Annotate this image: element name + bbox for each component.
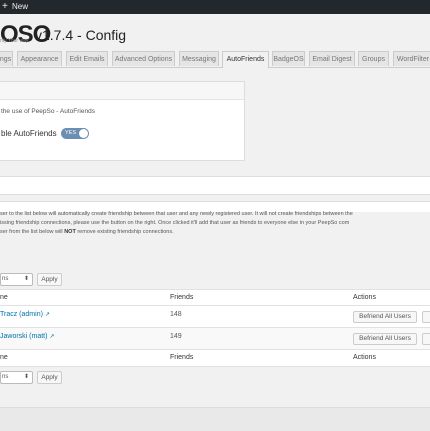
config-tabs: ngs Appearance Edit Emails Advanced Opti… — [0, 51, 430, 68]
card-header — [0, 82, 244, 100]
tab-appearance[interactable]: Appearance — [17, 51, 62, 66]
section-header — [0, 176, 430, 195]
enable-autofriends-label: ble AutoFriends — [1, 129, 57, 138]
friends-count: 148 — [170, 311, 182, 318]
table-footer-row: ne Friends Actions — [0, 350, 430, 366]
column-friends-header: Friends — [170, 294, 194, 301]
tab-badgeos[interactable]: BadgeOS — [272, 51, 305, 66]
row-secondary-button[interactable] — [422, 333, 430, 345]
info-line-3: ser from the list below will NOT remove … — [0, 229, 174, 235]
tab-advanced-options[interactable]: Advanced Options — [112, 51, 175, 66]
tab-messaging[interactable]: Messaging — [179, 51, 219, 66]
tab-email-digest[interactable]: Email Digest — [309, 51, 355, 66]
table-header-row: ne Friends Actions — [0, 290, 430, 306]
user-link[interactable]: Jaworski (matt) ↗ — [0, 333, 54, 340]
tab-edit-emails[interactable]: Edit Emails — [66, 51, 108, 66]
autofriends-settings-card: the use of PeepSo - AutoFriends ble Auto… — [0, 81, 245, 161]
toggle-knob — [79, 129, 88, 138]
admin-bar: + New — [0, 0, 430, 14]
tab-autofriends[interactable]: AutoFriends — [222, 51, 269, 68]
chevron-down-icon: ⬍ — [23, 276, 29, 282]
row-secondary-button[interactable] — [422, 311, 430, 323]
info-line-1: ser to the list below will automatically… — [0, 211, 353, 217]
toggle-text: YES — [65, 130, 77, 136]
column-actions-footer: Actions — [353, 354, 376, 361]
info-line-2: issing friendship connections, please us… — [0, 220, 350, 226]
autofriends-info-text: ser to the list below will automatically… — [0, 210, 430, 237]
table-row: Jaworski (matt) ↗ 149 Befriend All Users — [0, 328, 430, 350]
befriend-all-users-button[interactable]: Befriend All Users — [353, 311, 417, 323]
external-link-icon: ↗ — [44, 312, 50, 318]
column-friends-footer: Friends — [170, 354, 194, 361]
apply-button-top[interactable]: Apply — [37, 273, 62, 286]
settings-description: the use of PeepSo - AutoFriends — [1, 108, 95, 115]
tab-settings[interactable]: ngs — [0, 51, 13, 66]
befriend-all-users-button[interactable]: Befriend All Users — [353, 333, 417, 345]
bulk-actions-select-bottom[interactable]: ns ⬍ — [0, 371, 33, 384]
external-link-icon: ↗ — [49, 334, 55, 340]
plus-icon[interactable]: + — [2, 1, 8, 13]
column-name-header[interactable]: ne — [0, 294, 8, 301]
enable-autofriends-toggle[interactable]: YES — [61, 128, 89, 139]
table-row: Tracz (admin) ↗ 148 Befriend All Users — [0, 306, 430, 328]
page-title: v1.7.4 - Config — [35, 27, 127, 43]
friends-count: 149 — [170, 333, 182, 340]
footer-bar — [0, 407, 430, 431]
bulk-actions-select-top[interactable]: ns ⬍ — [0, 273, 33, 286]
tab-wordfilter[interactable]: WordFilter — [393, 51, 430, 66]
user-link[interactable]: Tracz (admin) ↗ — [0, 311, 50, 318]
tab-groups[interactable]: Groups — [358, 51, 389, 66]
new-menu-link[interactable]: New — [12, 2, 28, 12]
apply-button-bottom[interactable]: Apply — [37, 371, 62, 384]
logo-tagline: rity Your way. — [0, 38, 30, 44]
column-actions-header: Actions — [353, 294, 376, 301]
column-name-footer[interactable]: ne — [0, 354, 8, 361]
chevron-down-icon: ⬍ — [23, 374, 29, 380]
users-table: ne Friends Actions Tracz (admin) ↗ 148 B… — [0, 289, 430, 367]
